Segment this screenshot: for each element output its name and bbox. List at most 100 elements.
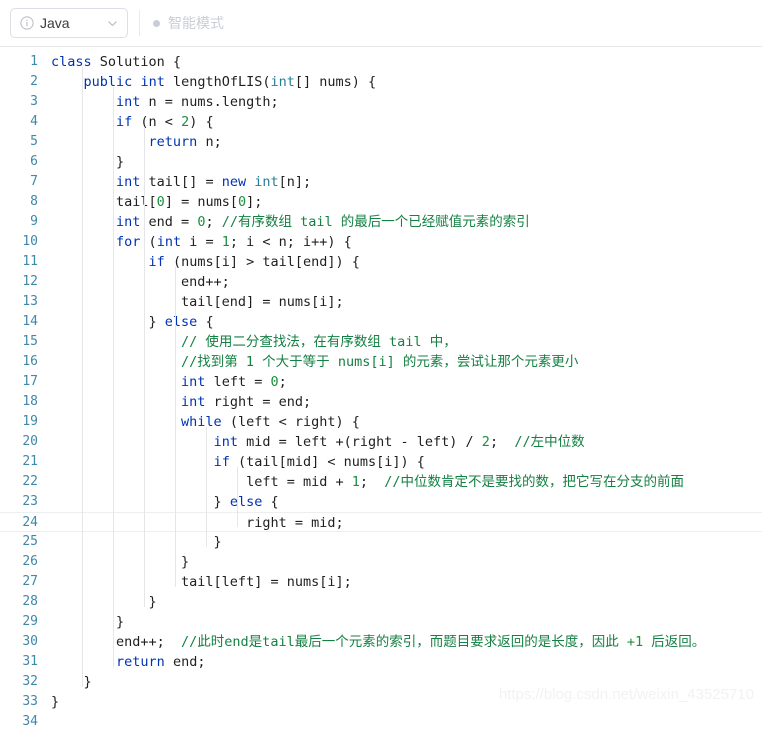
code-line[interactable]: 5 return n; xyxy=(0,132,762,152)
code-text: public int lengthOfLIS(int[] nums) { xyxy=(83,74,377,90)
line-number: 14 xyxy=(22,314,38,329)
code-text: if (n < 2) { xyxy=(116,114,214,130)
code-text: int n = nums.length; xyxy=(116,94,279,110)
code-text: } xyxy=(51,154,125,170)
code-text: right = mid; xyxy=(51,515,344,531)
code-line[interactable]: 30 end++; //此时end是tail最后一个元素的索引，而题目要求返回的… xyxy=(0,632,762,652)
language-select[interactable]: Java xyxy=(10,8,128,38)
line-number: 19 xyxy=(22,414,38,429)
code-line[interactable]: 4 if (n < 2) { xyxy=(0,112,762,132)
code-text: if (tail[mid] < nums[i]) { xyxy=(213,454,425,470)
smart-mode-toggle[interactable]: 智能模式 xyxy=(153,13,224,33)
line-number: 22 xyxy=(22,474,38,489)
code-line[interactable]: 27 tail[left] = nums[i]; xyxy=(0,572,762,592)
code-text: } xyxy=(51,554,190,570)
code-editor[interactable]: 1 class Solution {2 public int lengthOfLI… xyxy=(0,47,762,731)
line-number: 13 xyxy=(22,294,38,309)
code-line[interactable]: 23 } else { xyxy=(0,492,762,512)
line-number: 8 xyxy=(30,194,38,209)
code-text: int left = 0; xyxy=(181,374,287,390)
code-text: } else { xyxy=(51,314,214,330)
code-line[interactable]: 12 end++; xyxy=(0,272,762,292)
code-line[interactable]: 1 class Solution { xyxy=(0,52,762,72)
code-line[interactable]: 2 public int lengthOfLIS(int[] nums) { xyxy=(0,72,762,92)
code-line[interactable]: 24 right = mid; xyxy=(0,512,762,532)
code-line[interactable]: 14 } else { xyxy=(0,312,762,332)
line-number: 31 xyxy=(22,654,38,669)
code-line[interactable]: 13 tail[end] = nums[i]; xyxy=(0,292,762,312)
code-line[interactable]: 3 int n = nums.length; xyxy=(0,92,762,112)
line-number: 29 xyxy=(22,614,38,629)
code-text: } xyxy=(51,534,222,550)
code-line[interactable]: 22 left = mid + 1; //中位数肯定不是要找的数，把它写在分支的… xyxy=(0,472,762,492)
line-number: 9 xyxy=(30,214,38,229)
code-line[interactable]: 34 xyxy=(0,712,762,731)
code-text: if (nums[i] > tail[end]) { xyxy=(148,254,360,270)
code-line[interactable]: 19 while (left < right) { xyxy=(0,412,762,432)
line-number: 1 xyxy=(30,54,38,69)
line-number: 17 xyxy=(22,374,38,389)
line-number: 11 xyxy=(22,254,38,269)
language-select-label: Java xyxy=(40,15,70,31)
code-text: } xyxy=(51,594,157,610)
code-text: int tail[] = new int[n]; xyxy=(116,174,312,190)
code-line[interactable]: 31 return end; xyxy=(0,652,762,672)
line-number: 20 xyxy=(22,434,38,449)
code-line[interactable]: 10 for (int i = 1; i < n; i++) { xyxy=(0,232,762,252)
code-line[interactable]: 26 } xyxy=(0,552,762,572)
line-number: 33 xyxy=(22,694,38,709)
code-line[interactable]: 6 } xyxy=(0,152,762,172)
code-lines: 1 class Solution {2 public int lengthOfLI… xyxy=(0,47,762,731)
code-line[interactable]: 18 int right = end; xyxy=(0,392,762,412)
line-number: 4 xyxy=(30,114,38,129)
code-text: end++; //此时end是tail最后一个元素的索引，而题目要求返回的是长度… xyxy=(51,634,706,650)
code-line[interactable]: 20 int mid = left +(right - left) / 2; /… xyxy=(0,432,762,452)
code-line[interactable]: 8 tail[0] = nums[0]; xyxy=(0,192,762,212)
watermark: https://blog.csdn.net/weixin_43525710 xyxy=(498,686,754,703)
code-line[interactable]: 9 int end = 0; //有序数组 tail 的最后一个已经赋值元素的索… xyxy=(0,212,762,232)
line-number: 15 xyxy=(22,334,38,349)
line-number: 16 xyxy=(22,354,38,369)
line-number: 26 xyxy=(22,554,38,569)
code-text: tail[left] = nums[i]; xyxy=(51,574,352,590)
code-text: left = mid + 1; //中位数肯定不是要找的数，把它写在分支的前面 xyxy=(51,474,685,490)
line-number: 34 xyxy=(22,714,38,729)
line-number: 25 xyxy=(22,534,38,549)
info-circle-icon xyxy=(20,16,34,30)
code-text: int right = end; xyxy=(181,394,312,410)
line-number: 24 xyxy=(22,515,38,530)
code-text: tail[0] = nums[0]; xyxy=(51,194,263,210)
code-line[interactable]: 17 int left = 0; xyxy=(0,372,762,392)
line-number: 28 xyxy=(22,594,38,609)
line-number: 27 xyxy=(22,574,38,589)
status-dot-icon xyxy=(153,19,160,27)
code-text: tail[end] = nums[i]; xyxy=(51,294,344,310)
line-number: 10 xyxy=(22,234,38,249)
code-line[interactable]: 29 } xyxy=(0,612,762,632)
code-text: int mid = left +(right - left) / 2; //左中… xyxy=(213,434,585,450)
code-line[interactable]: 16 //找到第 1 个大于等于 nums[i] 的元素，尝试让那个元素更小 xyxy=(0,352,762,372)
line-number: 12 xyxy=(22,274,38,289)
code-line[interactable]: 11 if (nums[i] > tail[end]) { xyxy=(0,252,762,272)
line-number: 5 xyxy=(30,134,38,149)
code-line[interactable]: 25 } xyxy=(0,532,762,552)
code-text: return n; xyxy=(148,134,222,150)
line-number: 32 xyxy=(22,674,38,689)
code-text: // 使用二分查找法，在有序数组 tail 中， xyxy=(181,334,457,350)
code-text: for (int i = 1; i < n; i++) { xyxy=(116,234,352,250)
editor-toolbar: Java 智能模式 xyxy=(0,0,762,47)
chevron-down-icon[interactable] xyxy=(88,17,119,30)
line-number: 7 xyxy=(30,174,38,189)
code-line[interactable]: 21 if (tail[mid] < nums[i]) { xyxy=(0,452,762,472)
line-number: 2 xyxy=(30,74,38,89)
code-text: end++; xyxy=(51,274,230,290)
line-number: 23 xyxy=(22,494,38,509)
code-line[interactable]: 7 int tail[] = new int[n]; xyxy=(0,172,762,192)
code-line[interactable]: 15 // 使用二分查找法，在有序数组 tail 中， xyxy=(0,332,762,352)
code-text: } else { xyxy=(51,494,279,510)
toolbar-divider xyxy=(139,10,140,36)
line-number: 21 xyxy=(22,454,38,469)
code-text: int end = 0; //有序数组 tail 的最后一个已经赋值元素的索引 xyxy=(116,214,530,230)
code-text: //找到第 1 个大于等于 nums[i] 的元素，尝试让那个元素更小 xyxy=(181,354,579,370)
code-line[interactable]: 28 } xyxy=(0,592,762,612)
